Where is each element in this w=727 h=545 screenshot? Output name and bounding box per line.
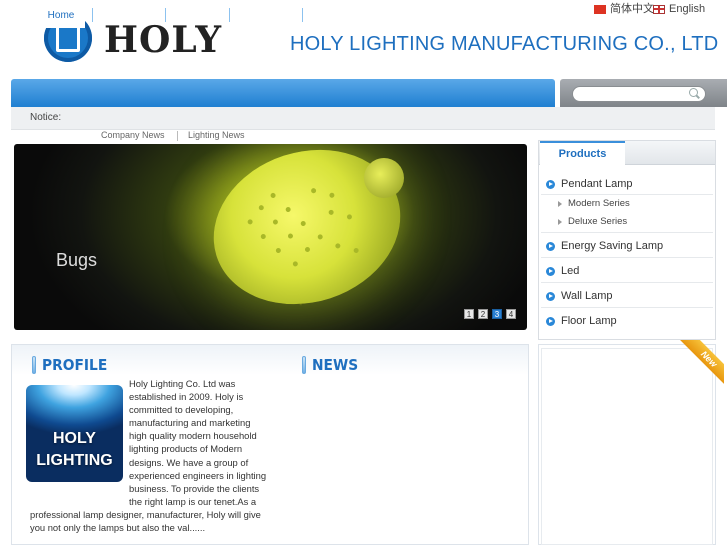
- banner-page-1[interactable]: 1: [464, 309, 474, 319]
- section-marker-icon: [32, 356, 36, 374]
- lang-english-link[interactable]: English: [653, 2, 705, 16]
- main-nav: [11, 79, 555, 107]
- section-marker-icon: [302, 356, 306, 374]
- subnav-divider: [177, 131, 178, 141]
- lang-chinese-link[interactable]: 简体中文: [594, 2, 654, 16]
- category-label: Floor Lamp: [561, 315, 617, 327]
- nav-divider: [165, 8, 166, 22]
- category-floor-lamp[interactable]: Floor Lamp: [546, 314, 617, 328]
- news-title: NEWS: [312, 356, 359, 374]
- nav-divider: [92, 8, 93, 22]
- notice-bar: [11, 107, 715, 130]
- new-ribbon-badge: New: [680, 340, 724, 384]
- divider: [541, 307, 713, 308]
- arrow-bullet-icon: [546, 291, 555, 301]
- search-icon[interactable]: [689, 88, 698, 97]
- nav-news[interactable]: News: [178, 0, 218, 28]
- subcategory-modern-series[interactable]: Modern Series: [558, 198, 630, 210]
- category-led[interactable]: Led: [546, 264, 579, 278]
- category-pendant-lamp[interactable]: Pendant Lamp: [546, 177, 633, 191]
- tab-products[interactable]: Products: [540, 141, 625, 165]
- subcategory-deluxe-series[interactable]: Deluxe Series: [558, 216, 627, 228]
- nav-divider: [229, 8, 230, 22]
- nav-products[interactable]: Products: [240, 0, 292, 28]
- category-energy-saving-lamp[interactable]: Energy Saving Lamp: [546, 239, 663, 253]
- bug-head-image: [364, 158, 404, 198]
- subcategory-label: Modern Series: [568, 198, 630, 209]
- arrow-bullet-icon: [546, 266, 555, 276]
- arrow-bullet-icon: [546, 179, 555, 189]
- divider: [541, 282, 713, 283]
- nav-about-us[interactable]: About Us: [102, 0, 158, 28]
- company-name: HOLY LIGHTING MANUFACTURING CO., LTD: [290, 33, 719, 55]
- lang-chinese-label: 简体中文: [610, 3, 654, 15]
- subnav-lighting-news[interactable]: Lighting News: [188, 130, 245, 140]
- arrow-bullet-icon: [546, 316, 555, 326]
- divider: [541, 194, 713, 195]
- subnav-company-news[interactable]: Company News: [101, 130, 165, 140]
- triangle-bullet-icon: [558, 219, 562, 225]
- search-input[interactable]: [572, 86, 706, 102]
- nav-divider: [302, 8, 303, 22]
- banner-page-3[interactable]: 3: [492, 309, 502, 319]
- profile-image-text-1: HOLY: [53, 430, 96, 447]
- hero-banner[interactable]: [14, 144, 527, 330]
- category-wall-lamp[interactable]: Wall Lamp: [546, 289, 613, 303]
- new-ribbon-label: New: [680, 340, 724, 384]
- nav-contact-us[interactable]: Contact Us: [314, 0, 376, 28]
- banner-caption: Bugs: [56, 250, 98, 270]
- china-flag-icon: [594, 4, 606, 14]
- notice-label: Notice:: [30, 112, 62, 123]
- lang-english-label: English: [669, 3, 706, 15]
- category-label: Led: [561, 265, 580, 277]
- category-label: Pendant Lamp: [561, 178, 633, 190]
- arrow-bullet-icon: [546, 241, 555, 251]
- triangle-bullet-icon: [558, 201, 562, 207]
- nav-home[interactable]: Home: [37, 4, 85, 28]
- profile-title: PROFILE: [42, 356, 108, 374]
- banner-page-2[interactable]: 2: [478, 309, 488, 319]
- category-label: Energy Saving Lamp: [561, 240, 664, 252]
- profile-image-text-2: LIGHTING: [36, 452, 113, 469]
- category-label: Wall Lamp: [561, 290, 613, 302]
- banner-page-4[interactable]: 4: [506, 309, 516, 319]
- profile-image[interactable]: HOLY LIGHTING: [26, 385, 123, 482]
- divider: [541, 232, 713, 233]
- divider: [541, 257, 713, 258]
- subcategory-label: Deluxe Series: [568, 216, 628, 227]
- uk-flag-icon: [653, 4, 665, 14]
